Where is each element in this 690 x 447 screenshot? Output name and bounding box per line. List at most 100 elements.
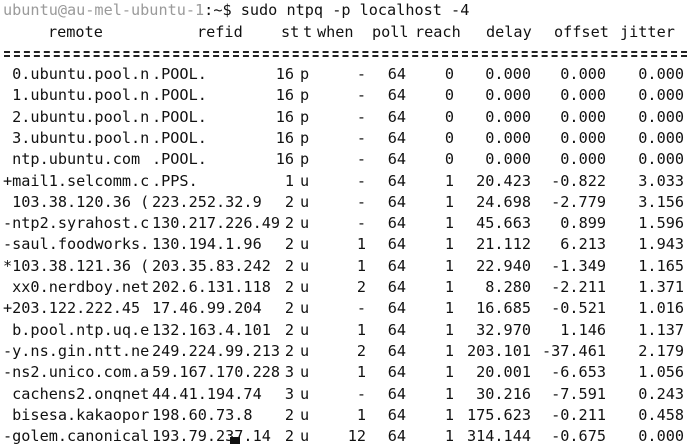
cell-st: 2 bbox=[284, 299, 294, 318]
header-when: when bbox=[317, 23, 354, 41]
cell-delay: 16.685 bbox=[476, 299, 531, 318]
cell-offset: 6.213 bbox=[560, 235, 606, 254]
prompt-command: sudo ntpq -p localhost -4 bbox=[231, 1, 470, 19]
cell-t: p bbox=[300, 128, 310, 147]
cell-delay: 0.000 bbox=[485, 150, 531, 169]
header-separator bbox=[4, 44, 687, 64]
header-jitter: jitter bbox=[620, 23, 675, 41]
cell-remote: bisesa.kakaopor bbox=[3, 405, 150, 424]
cell-remote: -ntp2.syrahost.c bbox=[3, 214, 150, 233]
prompt-path: :~$ bbox=[204, 1, 232, 19]
cell-reach: 1 bbox=[444, 299, 454, 318]
cell-reach: 1 bbox=[444, 341, 454, 360]
cell-t: u bbox=[300, 171, 310, 190]
cell-remote: *103.38.121.36 ( bbox=[3, 256, 150, 275]
cell-offset: -2.211 bbox=[551, 278, 606, 296]
cell-poll: 64 bbox=[387, 299, 406, 318]
cell-t: u bbox=[300, 278, 310, 296]
cell-when: - bbox=[356, 214, 366, 233]
cell-when: - bbox=[356, 299, 366, 318]
cell-reach: 1 bbox=[444, 256, 454, 275]
cell-jitter: 0.000 bbox=[638, 86, 684, 105]
cell-when: - bbox=[356, 384, 366, 403]
cell-t: p bbox=[300, 150, 310, 169]
header-st: st bbox=[281, 23, 300, 41]
cell-remote: -saul.foodworks. bbox=[3, 235, 150, 254]
table-row: +203.122.222.45 17.46.99.204 2 u - 64 1 16.685 -… bbox=[0, 298, 690, 319]
cell-refid: 17.46.99.204 bbox=[152, 299, 262, 318]
cell-st: 16 bbox=[275, 86, 294, 105]
cell-t: u bbox=[300, 299, 310, 318]
table-row: -saul.foodworks. 130.194.1.96 2 u 1 64 1 21.112… bbox=[0, 234, 690, 255]
cell-jitter: 3.156 bbox=[638, 192, 684, 211]
cell-offset: 1.146 bbox=[560, 320, 606, 339]
command-prompt-line: ubuntu@au-mel-ubuntu-1:~$ sudo ntpq -p l… bbox=[3, 0, 469, 20]
cell-jitter: 1.137 bbox=[638, 320, 684, 339]
cell-jitter: 0.000 bbox=[638, 65, 684, 83]
header-remote: remote bbox=[48, 23, 103, 41]
header-delay: delay bbox=[486, 23, 532, 41]
cell-when: - bbox=[356, 128, 366, 147]
cell-reach: 1 bbox=[444, 405, 454, 424]
cell-t: p bbox=[300, 86, 310, 105]
table-row: xx0.nerdboy.net 202.6.131.118 2 u 2 64 1 8.280-… bbox=[0, 277, 690, 298]
cell-refid: 132.163.4.101 bbox=[152, 320, 271, 339]
cell-t: u bbox=[300, 384, 310, 403]
cell-st: 1 bbox=[284, 171, 294, 190]
cell-jitter: 1.371 bbox=[638, 278, 684, 296]
cell-poll: 64 bbox=[387, 65, 406, 83]
table-row: bisesa.kakaopor 198.60.73.8 2 u 1 64 1 175.623 -… bbox=[0, 405, 690, 426]
cell-delay: 0.000 bbox=[485, 128, 531, 147]
cell-st: 16 bbox=[275, 65, 294, 83]
cell-refid: .POOL. bbox=[152, 128, 207, 147]
cell-reach: 1 bbox=[444, 320, 454, 339]
table-row: ntp.ubuntu.com .POOL. 16 p - 64 0 0.000 0.000 0.0… bbox=[0, 149, 690, 170]
cell-delay: 0.000 bbox=[485, 107, 531, 126]
cell-st: 2 bbox=[284, 214, 294, 233]
table-row: 1.ubuntu.pool.n .POOL. 16 p - 64 0 0.000 0.000 0.… bbox=[0, 85, 690, 106]
cell-reach: 0 bbox=[444, 150, 454, 169]
cell-reach: 1 bbox=[444, 278, 454, 296]
cell-st: 3 bbox=[284, 363, 294, 382]
cell-reach: 0 bbox=[444, 107, 454, 126]
terminal-window[interactable]: ubuntu@au-mel-ubuntu-1:~$ sudo ntpq -p l… bbox=[0, 0, 690, 445]
cell-reach: 1 bbox=[444, 192, 454, 211]
cell-st: 2 bbox=[284, 256, 294, 275]
cell-when: - bbox=[356, 192, 366, 211]
cell-refid: 198.60.73.8 bbox=[152, 405, 253, 424]
cell-poll: 64 bbox=[387, 107, 406, 126]
cell-poll: 64 bbox=[387, 278, 406, 296]
cell-jitter: 1.016 bbox=[638, 299, 684, 318]
cell-jitter: 2.179 bbox=[638, 341, 684, 360]
cell-offset: -1.349 bbox=[551, 256, 606, 275]
cell-delay: 45.663 bbox=[476, 214, 531, 233]
cell-remote: 2.ubuntu.pool.n bbox=[3, 107, 150, 126]
cell-remote: 103.38.120.36 ( bbox=[3, 192, 150, 211]
cell-when: - bbox=[356, 65, 366, 83]
cell-remote: 3.ubuntu.pool.n bbox=[3, 128, 150, 147]
cell-st: 16 bbox=[275, 107, 294, 126]
table-row: -ns2.unico.com.a 59.167.170.228 3 u 1 64 1 20.0… bbox=[0, 362, 690, 383]
header-refid: refid bbox=[197, 23, 243, 41]
cell-delay: 32.970 bbox=[476, 320, 531, 339]
cell-delay: 0.000 bbox=[485, 86, 531, 105]
cell-offset: -6.653 bbox=[551, 363, 606, 382]
cell-when: - bbox=[356, 150, 366, 169]
table-header: remote refid st t when poll reach delay … bbox=[0, 22, 690, 43]
cell-refid: 202.6.131.118 bbox=[152, 278, 271, 296]
cell-delay: 20.001 bbox=[476, 363, 531, 382]
cell-poll: 64 bbox=[387, 235, 406, 254]
cell-when: 2 bbox=[356, 278, 366, 296]
cell-delay: 22.940 bbox=[476, 256, 531, 275]
cell-poll: 64 bbox=[387, 363, 406, 382]
cell-jitter: 3.033 bbox=[638, 171, 684, 190]
cell-poll: 64 bbox=[387, 341, 406, 360]
cell-poll: 64 bbox=[387, 192, 406, 211]
cell-st: 2 bbox=[284, 405, 294, 424]
table-row: b.pool.ntp.uq.e 132.163.4.101 2 u 1 64 1 32.970… bbox=[0, 320, 690, 341]
cell-jitter: 0.000 bbox=[638, 150, 684, 169]
cell-delay: 20.423 bbox=[476, 171, 531, 190]
cell-when: - bbox=[356, 171, 366, 190]
cell-reach: 1 bbox=[444, 214, 454, 233]
cell-reach: 1 bbox=[444, 235, 454, 254]
